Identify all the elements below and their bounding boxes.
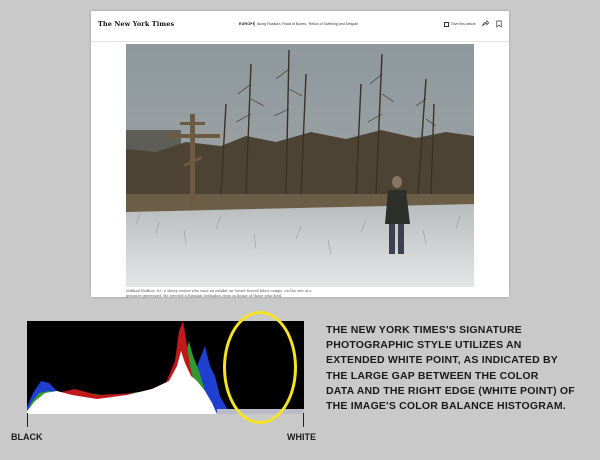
article-screenshot: The New York Times EUROPE Along Russia's… xyxy=(91,11,509,298)
article-photo xyxy=(126,44,474,287)
explanation-line: THE IMAGE'S COLOR BALANCE HISTOGRAM. xyxy=(326,400,566,413)
highlight-circle xyxy=(223,311,297,424)
bookmark-icon[interactable] xyxy=(496,20,502,28)
section-link[interactable]: EUROPE xyxy=(239,22,255,26)
explanation-line: EXTENDED WHITE POINT, AS INDICATED BY xyxy=(326,354,558,367)
white-point-tick xyxy=(303,413,304,427)
explanation-line: THE NEW YORK TIMES'S SIGNATURE xyxy=(326,324,522,336)
caption-line: prisoner graveyard. He erected a Russian… xyxy=(126,293,283,298)
article-header: The New York Times EUROPE Along Russia's… xyxy=(91,11,509,42)
give-article-label: Give this article xyxy=(451,22,476,26)
share-icon[interactable] xyxy=(482,20,489,27)
nyt-logo[interactable]: The New York Times xyxy=(98,20,174,28)
siberia-landscape-image xyxy=(126,44,474,287)
white-point-label: WHITE xyxy=(287,432,316,442)
gift-icon xyxy=(444,21,449,27)
black-point-label: BLACK xyxy=(11,432,43,442)
explanation-line: PHOTOGRAPHIC STYLE UTILIZES AN xyxy=(326,339,522,352)
black-point-tick xyxy=(27,413,28,427)
series-title[interactable]: Along Russia's 'Road of Bones,' Relics o… xyxy=(257,22,358,26)
give-article-button[interactable]: Give this article xyxy=(444,20,476,28)
header-divider xyxy=(254,21,255,27)
explanation-text: THE NEW YORK TIMES'S SIGNATURE PHOTOGRAP… xyxy=(326,323,594,414)
explanation-line: DATA AND THE RIGHT EDGE (WHITE POINT) OF xyxy=(326,384,575,397)
explanation-line: THE LARGE GAP BETWEEN THE COLOR xyxy=(326,369,539,382)
photo-caption: Mikhail Shifirov, 63, a sheep owner who … xyxy=(126,289,374,298)
